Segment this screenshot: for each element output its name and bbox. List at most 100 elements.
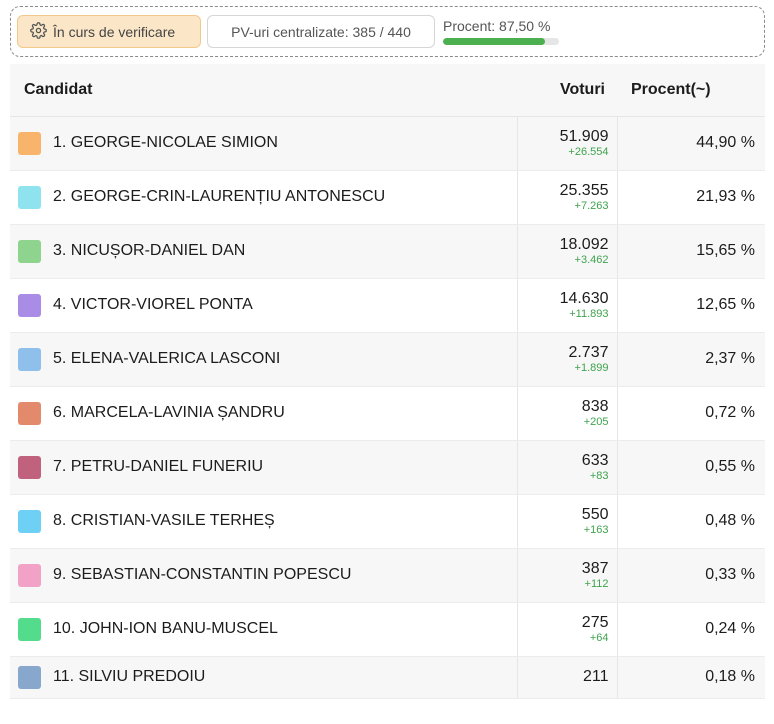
table-row[interactable]: 5. ELENA-VALERICA LASCONI 2.737 +1.899 2,37… — [10, 332, 765, 387]
votes-cell: 25.355 +7.263 — [516, 170, 618, 225]
header-percent[interactable]: Procent(~) — [617, 64, 765, 117]
candidate-color-swatch — [18, 617, 41, 641]
votes-value: 18.092 — [559, 235, 609, 253]
table-row[interactable]: 7. PETRU-DANIEL FUNERIU 633 +83 0,55 % — [10, 440, 765, 495]
table-row[interactable]: 1. GEORGE-NICOLAE SIMION 51.909 +26.554 44,… — [10, 116, 765, 171]
candidate-name: 5. ELENA-VALERICA LASCONI — [53, 350, 281, 367]
candidate-cell: 1. GEORGE-NICOLAE SIMION — [10, 116, 517, 171]
table-row[interactable]: 6. MARCELA-LAVINIA ȘANDRU 838 +205 0,72 % — [10, 386, 765, 441]
votes-delta: +205 — [583, 415, 609, 428]
candidate-color-swatch — [18, 401, 41, 425]
votes-delta: +7.263 — [574, 199, 609, 212]
results-table: Candidat Voturi Procent(~) 1. GEORGE-NIC… — [10, 64, 765, 699]
candidate-name: 2. GEORGE-CRIN-LAURENȚIU ANTONESCU — [53, 188, 386, 205]
progress-fill — [443, 38, 545, 45]
votes-cell: 2.737 +1.899 — [516, 332, 618, 387]
votes-cell: 633 +83 — [516, 440, 618, 495]
candidate-name: 9. SEBASTIAN-CONSTANTIN POPESCU — [53, 566, 352, 583]
votes-value: 838 — [581, 397, 609, 415]
candidate-color-swatch — [18, 455, 41, 479]
percent-cell: 12,65 % — [617, 278, 765, 333]
status-bar: În curs de verificare PV-uri centralizat… — [10, 6, 765, 57]
votes-value: 550 — [581, 505, 609, 523]
candidate-cell: 2. GEORGE-CRIN-LAURENȚIU ANTONESCU — [10, 170, 517, 225]
table-row[interactable]: 11. SILVIU PREDOIU 211 0,18 % — [10, 656, 765, 699]
votes-delta: +64 — [589, 631, 609, 644]
votes-delta: +3.462 — [574, 253, 609, 266]
candidate-color-swatch — [18, 239, 41, 263]
percent-label: Procent: 87,50 % — [443, 18, 551, 34]
candidate-name: 1. GEORGE-NICOLAE SIMION — [53, 134, 278, 151]
votes-cell: 838 +205 — [516, 386, 618, 441]
verification-status-badge[interactable]: În curs de verificare — [17, 15, 201, 48]
table-row[interactable]: 3. NICUȘOR-DANIEL DAN 18.092 +3.462 15,65 % — [10, 224, 765, 279]
votes-cell: 18.092 +3.462 — [516, 224, 618, 279]
results-body: 1. GEORGE-NICOLAE SIMION 51.909 +26.554 44,… — [10, 116, 765, 699]
progress-track — [443, 38, 559, 45]
table-header-row: Candidat Voturi Procent(~) — [10, 64, 765, 117]
table-row[interactable]: 8. CRISTIAN-VASILE TERHEȘ 550 +163 0,48 % — [10, 494, 765, 549]
candidate-cell: 11. SILVIU PREDOIU — [10, 656, 517, 699]
candidate-name: 6. MARCELA-LAVINIA ȘANDRU — [53, 404, 285, 421]
votes-delta: +11.893 — [569, 307, 609, 320]
votes-value: 51.909 — [559, 127, 609, 145]
candidate-cell: 9. SEBASTIAN-CONSTANTIN POPESCU — [10, 548, 517, 603]
candidate-cell: 3. NICUȘOR-DANIEL DAN — [10, 224, 517, 279]
pv-count: PV-uri centralizate: 385 / 440 — [207, 15, 435, 48]
votes-cell: 14.630 +11.893 — [516, 278, 618, 333]
candidate-name: 4. VICTOR-VIOREL PONTA — [53, 296, 253, 313]
votes-value: 25.355 — [559, 181, 609, 199]
votes-value: 633 — [581, 451, 609, 469]
table-row[interactable]: 9. SEBASTIAN-CONSTANTIN POPESCU 387 +112 0,… — [10, 548, 765, 603]
percent-cell: 0,72 % — [617, 386, 765, 441]
percent-cell: 44,90 % — [617, 116, 765, 171]
candidate-cell: 7. PETRU-DANIEL FUNERIU — [10, 440, 517, 495]
candidate-cell: 10. JOHN-ION BANU-MUSCEL — [10, 602, 517, 657]
candidate-cell: 8. CRISTIAN-VASILE TERHEȘ — [10, 494, 517, 549]
percent-cell: 15,65 % — [617, 224, 765, 279]
percent-cell: 0,24 % — [617, 602, 765, 657]
table-row[interactable]: 2. GEORGE-CRIN-LAURENȚIU ANTONESCU 25.355… — [10, 170, 765, 225]
candidate-color-swatch — [18, 665, 41, 689]
candidate-name: 7. PETRU-DANIEL FUNERIU — [53, 458, 264, 475]
votes-value: 14.630 — [559, 289, 609, 307]
votes-delta: +163 — [583, 523, 609, 536]
gear-icon — [30, 21, 47, 42]
candidate-cell: 6. MARCELA-LAVINIA ȘANDRU — [10, 386, 517, 441]
candidate-color-swatch — [18, 131, 41, 155]
votes-cell: 51.909 +26.554 — [516, 116, 618, 171]
votes-cell: 211 — [516, 656, 618, 699]
header-candidate[interactable]: Candidat — [10, 64, 517, 117]
votes-delta: +112 — [584, 577, 609, 590]
percent-cell: 0,48 % — [617, 494, 765, 549]
candidate-color-swatch — [18, 563, 41, 587]
percent-cell: 21,93 % — [617, 170, 765, 225]
candidate-cell: 4. VICTOR-VIOREL PONTA — [10, 278, 517, 333]
table-row[interactable]: 10. JOHN-ION BANU-MUSCEL 275 +64 0,24 % — [10, 602, 765, 657]
votes-value: 211 — [582, 668, 609, 685]
percent-cell: 0,55 % — [617, 440, 765, 495]
candidate-name: 8. CRISTIAN-VASILE TERHEȘ — [53, 512, 275, 529]
candidate-color-swatch — [18, 347, 41, 371]
votes-cell: 550 +163 — [516, 494, 618, 549]
votes-value: 387 — [581, 559, 609, 577]
table-row[interactable]: 4. VICTOR-VIOREL PONTA 14.630 +11.893 12,65… — [10, 278, 765, 333]
candidate-color-swatch — [18, 185, 41, 209]
votes-delta: +1.899 — [574, 361, 609, 374]
header-votes[interactable]: Voturi — [517, 64, 617, 117]
candidate-color-swatch — [18, 293, 41, 317]
votes-value: 2.737 — [568, 343, 609, 361]
votes-delta: +83 — [589, 469, 609, 482]
votes-delta: +26.554 — [568, 145, 609, 158]
verification-status-label: În curs de verificare — [53, 23, 176, 40]
candidate-color-swatch — [18, 509, 41, 533]
votes-cell: 387 +112 — [516, 548, 618, 603]
percent-cell: 2,37 % — [617, 332, 765, 387]
votes-value: 275 — [581, 613, 609, 631]
candidate-cell: 5. ELENA-VALERICA LASCONI — [10, 332, 517, 387]
percent-cell: 0,33 % — [617, 548, 765, 603]
candidate-name: 11. SILVIU PREDOIU — [53, 668, 206, 685]
percent-cell: 0,18 % — [617, 656, 765, 699]
percent-progress: Procent: 87,50 % — [441, 15, 561, 48]
votes-cell: 275 +64 — [516, 602, 618, 657]
